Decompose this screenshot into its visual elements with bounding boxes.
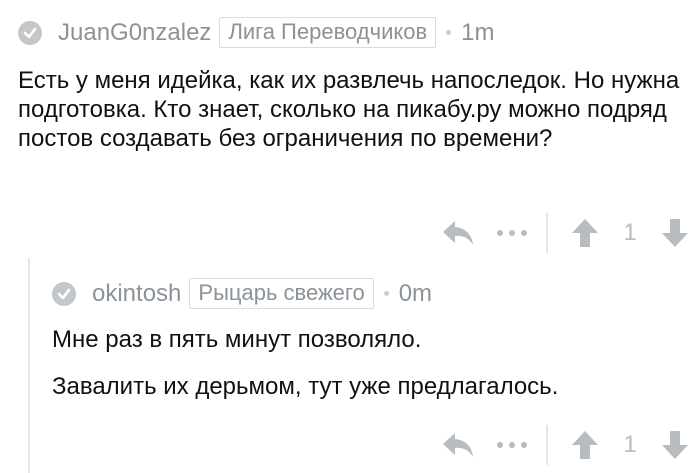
rating-count: 1: [623, 219, 637, 246]
reply-button[interactable]: [438, 425, 478, 465]
reply-comment: okintosh Рыцарь свежего 0m Мне раз в пят…: [28, 262, 700, 473]
arrow-up-icon: [572, 431, 598, 459]
separator-dot: [446, 30, 452, 35]
check-circle-icon[interactable]: [18, 20, 42, 45]
reply-button[interactable]: [438, 213, 478, 253]
comment-time: 1m: [461, 18, 495, 46]
comment-paragraph: Завалить их дерьмом, тут уже предлагалос…: [52, 373, 559, 400]
upvote-button[interactable]: [570, 213, 600, 253]
comment-paragraph: Мне раз в пять минут позволяло.: [52, 326, 422, 353]
upvote-button[interactable]: [570, 425, 600, 465]
community-badge[interactable]: Рыцарь свежего: [189, 278, 374, 309]
comment-header: okintosh Рыцарь свежего 0m: [52, 278, 432, 309]
separator-dot: [383, 291, 389, 296]
reply-arrow-icon: [443, 433, 473, 457]
more-button[interactable]: [494, 425, 530, 465]
reply-arrow-icon: [443, 221, 473, 245]
community-badge[interactable]: Лига Переводчиков: [219, 17, 437, 48]
more-dots-icon: [497, 230, 527, 236]
action-divider: [546, 213, 548, 253]
comment: JuanG0nzalez Лига Переводчиков 1m Есть у…: [0, 0, 700, 262]
arrow-down-icon: [662, 219, 688, 247]
comment-time: 0m: [398, 279, 433, 307]
arrow-down-icon: [662, 431, 688, 459]
rating-count: 1: [623, 431, 637, 458]
action-divider: [546, 425, 548, 465]
downvote-button[interactable]: [660, 213, 690, 253]
more-button[interactable]: [494, 213, 530, 253]
more-dots-icon: [497, 442, 527, 448]
comment-actions: 1: [438, 425, 690, 465]
downvote-button[interactable]: [660, 425, 690, 465]
comment-body: Есть у меня идейка, как их развлечь напо…: [18, 67, 680, 152]
arrow-up-icon: [572, 219, 598, 247]
comment-actions: 1: [438, 213, 690, 253]
check-circle-icon[interactable]: [52, 281, 76, 306]
comment-header: JuanG0nzalez Лига Переводчиков 1m: [18, 17, 495, 48]
username[interactable]: JuanG0nzalez: [58, 19, 211, 47]
username[interactable]: okintosh: [92, 280, 181, 308]
